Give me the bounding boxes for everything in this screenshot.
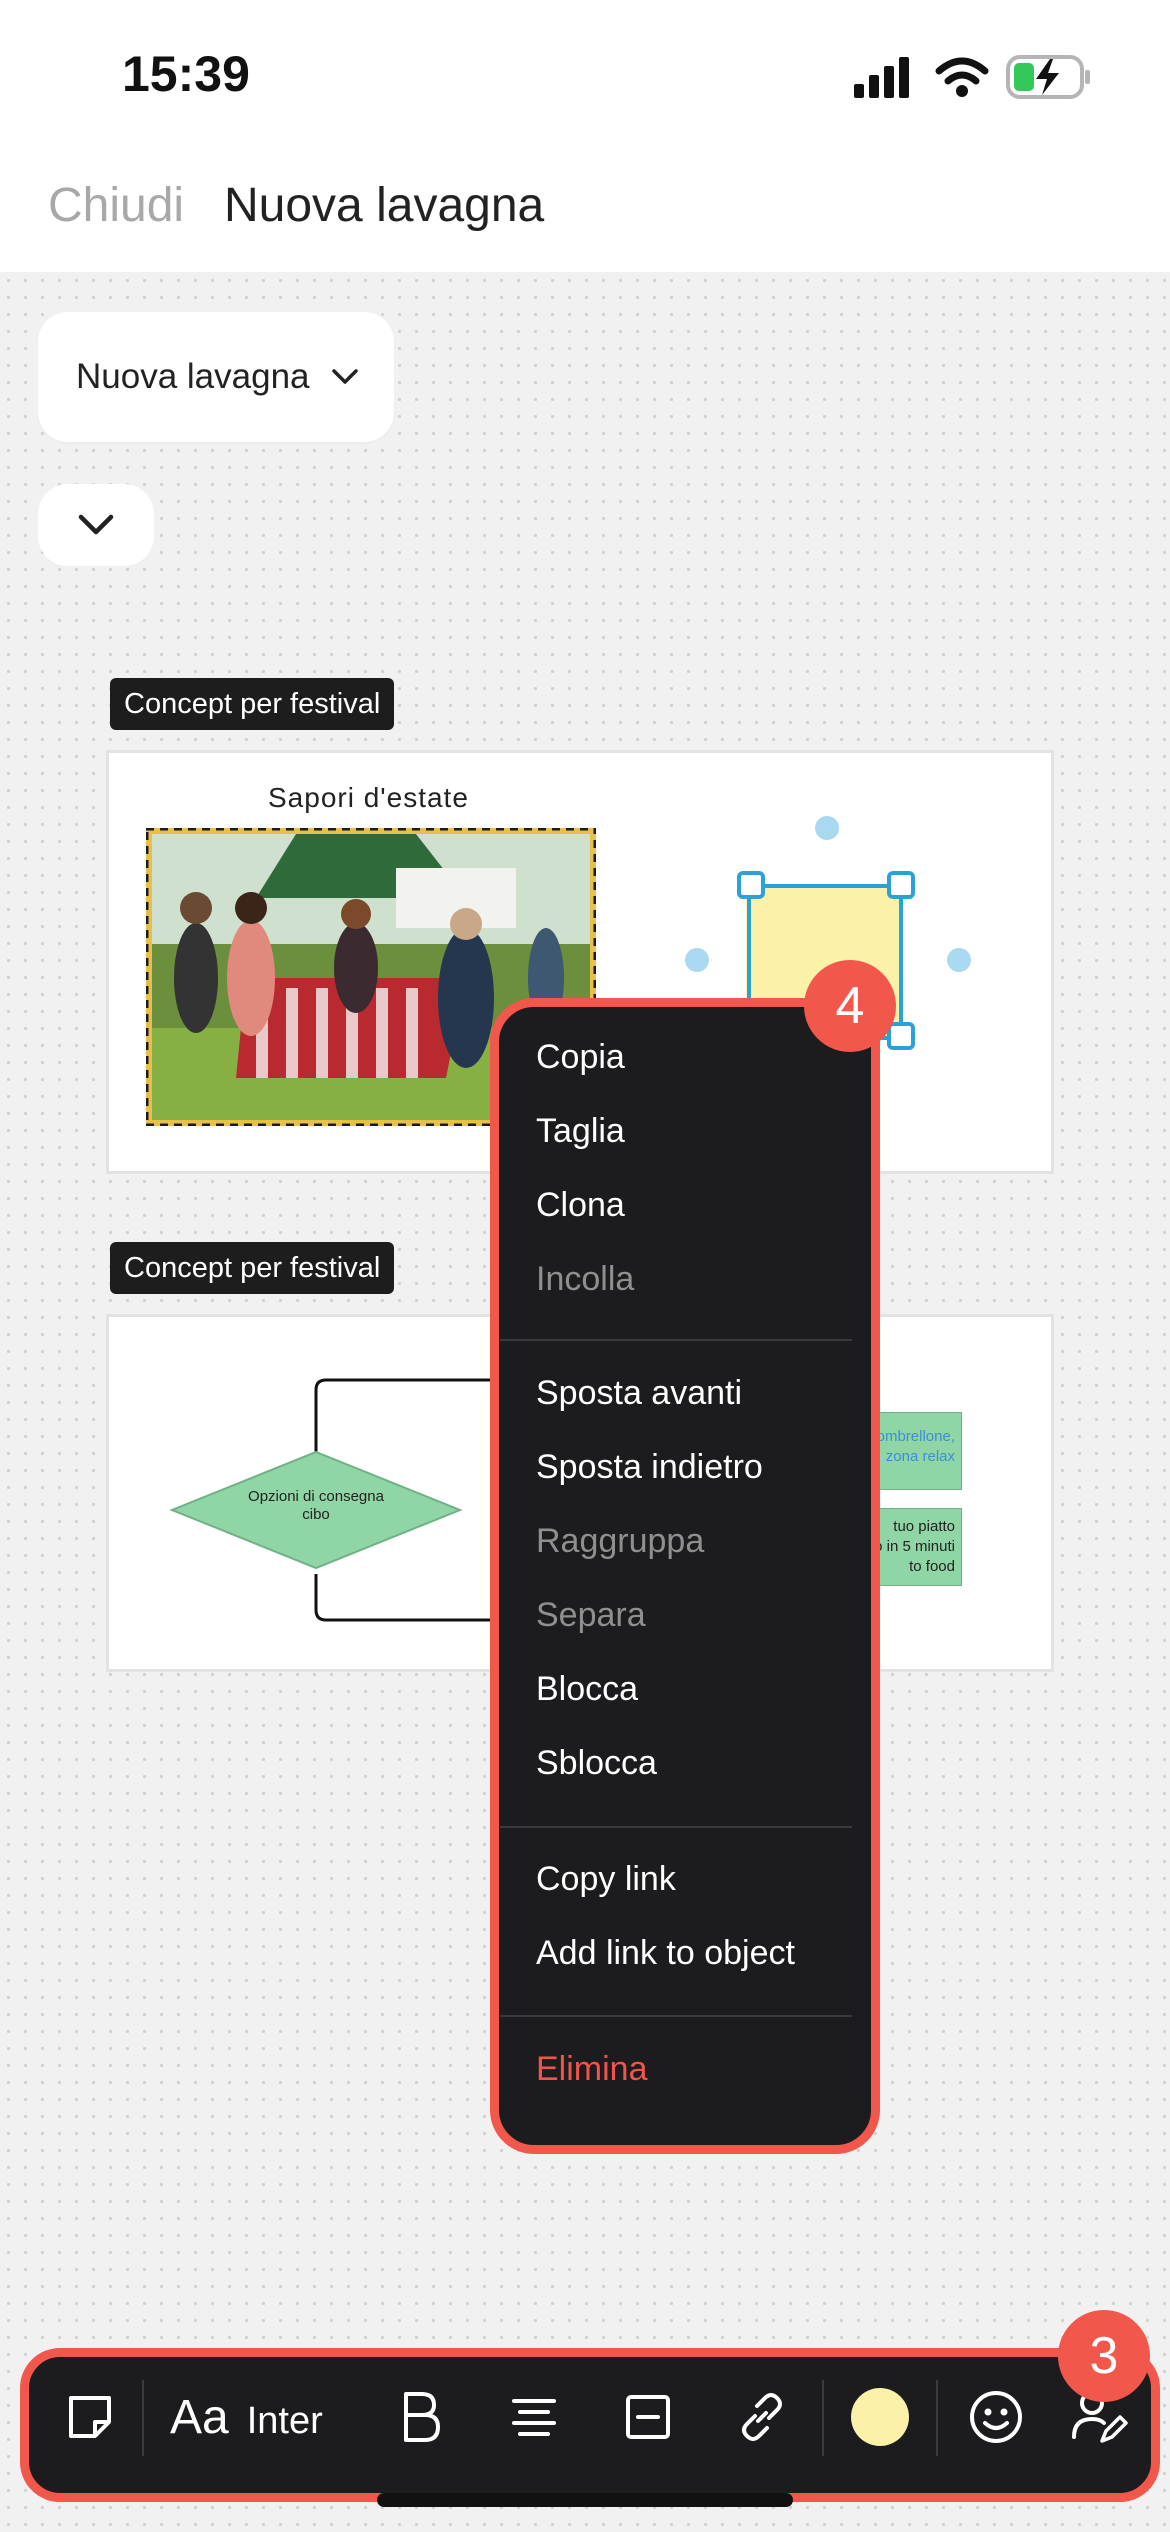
wifi-icon <box>935 57 989 97</box>
menu-item-delete[interactable]: Elimina <box>536 2050 647 2089</box>
menu-item-add-link[interactable]: Add link to object <box>536 1934 795 1973</box>
text-box-icon <box>626 2395 670 2439</box>
decision-node-text: Opzioni di consegna cibo <box>248 1488 384 1523</box>
align-center-icon <box>512 2399 556 2436</box>
chevron-down-icon <box>78 514 114 535</box>
board-selector-label: Nuova lavagna <box>76 357 310 396</box>
menu-item-paste[interactable]: Incolla <box>536 1260 634 1299</box>
collapse-panel-button[interactable] <box>38 484 154 566</box>
frame-label[interactable]: Concept per festival <box>110 678 395 730</box>
color-swatch <box>851 2388 909 2446</box>
menu-item-send-backward[interactable]: Sposta indietro <box>536 1448 763 1487</box>
font-icon: Aa <box>170 2390 229 2444</box>
toolbar-divider <box>142 2380 144 2456</box>
menu-divider <box>500 1339 852 1341</box>
battery-charging-icon <box>1006 55 1090 99</box>
menu-item-clone[interactable]: Clona <box>536 1186 625 1225</box>
link-button[interactable] <box>722 2367 802 2467</box>
close-button[interactable]: Chiudi <box>48 178 184 233</box>
align-button[interactable] <box>494 2367 574 2467</box>
cellular-signal-icon <box>854 57 909 98</box>
home-indicator <box>377 2493 793 2507</box>
toolbar-divider <box>936 2380 938 2456</box>
emoji-button[interactable] <box>956 2367 1036 2467</box>
menu-item-cut[interactable]: Taglia <box>536 1112 625 1151</box>
step-badge-4: 4 <box>804 960 896 1052</box>
menu-divider <box>500 1826 852 1828</box>
menu-divider <box>500 2015 852 2017</box>
sticky-note-tool-button[interactable] <box>52 2367 128 2467</box>
chevron-down-icon <box>331 369 358 384</box>
menu-item-copy[interactable]: Copia <box>536 1038 625 1077</box>
step-badge-3: 3 <box>1058 2310 1150 2402</box>
text-box-button[interactable] <box>608 2367 688 2467</box>
context-menu: Copia Taglia Clona Incolla Sposta avanti… <box>500 1008 852 2126</box>
link-icon <box>742 2393 782 2441</box>
font-name: Inter <box>246 2399 323 2442</box>
status-time: 15:39 <box>122 46 250 102</box>
sticky-note-icon <box>69 2396 111 2438</box>
toolbar-divider <box>822 2380 824 2456</box>
emoji-icon <box>970 2391 1022 2443</box>
menu-item-ungroup[interactable]: Separa <box>536 1596 646 1635</box>
color-picker-button[interactable] <box>840 2367 920 2467</box>
board-selector-dropdown[interactable]: Nuova lavagna <box>38 312 394 442</box>
menu-item-lock[interactable]: Blocca <box>536 1670 638 1709</box>
menu-item-group[interactable]: Raggruppa <box>536 1522 704 1561</box>
menu-item-bring-forward[interactable]: Sposta avanti <box>536 1374 742 1413</box>
menu-item-copy-link[interactable]: Copy link <box>536 1860 676 1899</box>
bold-button[interactable] <box>380 2367 460 2467</box>
font-picker-button[interactable]: Aa Inter <box>170 2367 340 2467</box>
frame-label[interactable]: Concept per festival <box>110 1242 395 1294</box>
page-title: Nuova lavagna <box>224 179 545 232</box>
image-caption: Sapori d'estate <box>268 782 469 813</box>
menu-item-unlock[interactable]: Sblocca <box>536 1744 657 1783</box>
bold-icon <box>404 2392 440 2442</box>
